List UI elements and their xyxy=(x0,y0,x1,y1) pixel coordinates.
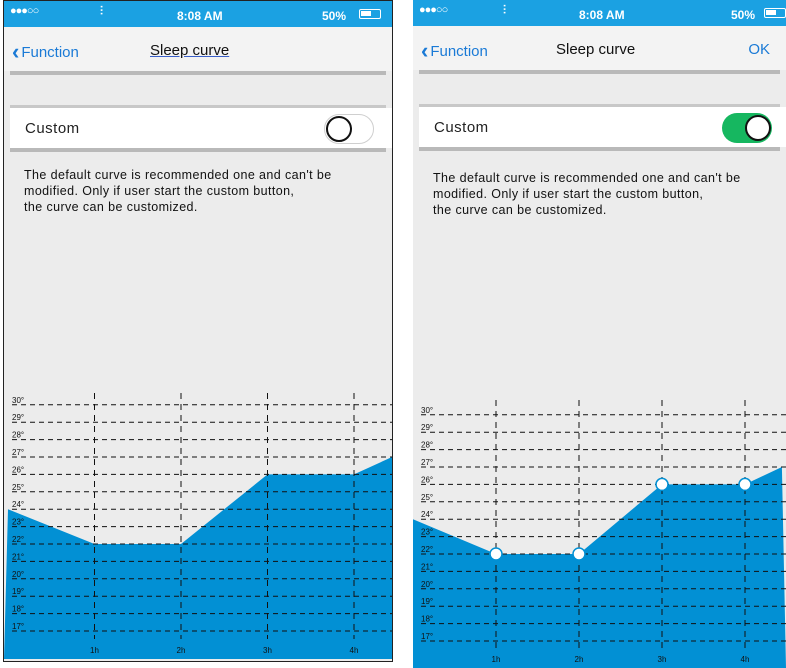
y-tick-label: 28° xyxy=(421,441,433,450)
x-tick-label: 2h xyxy=(575,655,584,664)
toggle-knob xyxy=(326,116,352,142)
status-bar: ●●●○○ ⫶ 8:08 AM 50% xyxy=(413,0,786,26)
sleep-curve-chart: 17° 18° 19° 20° 21° 22° 23° 24° 25° 26° 27° 28° 29° 3… xyxy=(4,393,392,659)
description-line: The default curve is recommended one and… xyxy=(433,171,741,185)
custom-toggle[interactable] xyxy=(324,114,374,144)
sleep-curve-chart: 17° 18° 19° 20° 21° 22° 23° 24° 25° 26° 27° 28° 29° 3… xyxy=(413,400,786,668)
back-button-label: Function xyxy=(21,44,79,61)
phone-screen-left: ●●●○○ ⫶ 8:08 AM 50% ‹ Function Sleep curv… xyxy=(3,0,393,662)
navigation-bar: ‹ Function Sleep curve OK xyxy=(413,26,786,70)
page-title: Sleep curve xyxy=(556,41,636,58)
battery-percent: 50% xyxy=(322,9,347,23)
y-tick-label: 27° xyxy=(421,458,433,467)
wifi-icon: ⫶ xyxy=(100,4,104,18)
signal-icon: ●●●○○ xyxy=(419,4,448,16)
description-text: The default curve is recommended one and… xyxy=(24,167,384,215)
back-button[interactable]: ‹ Function xyxy=(12,39,79,65)
divider xyxy=(419,70,780,74)
y-tick-label: 20° xyxy=(12,570,24,579)
description-line: the curve can be customized. xyxy=(433,203,607,217)
curve-point-handle[interactable] xyxy=(738,477,752,492)
custom-label: Custom xyxy=(25,120,80,137)
y-tick-label: 26° xyxy=(12,465,24,474)
x-tick-label: 2h xyxy=(177,646,186,655)
y-tick-label: 19° xyxy=(12,587,24,596)
description-line: modified. Only if user start the custom … xyxy=(24,184,295,198)
chevron-left-icon: ‹ xyxy=(421,38,429,63)
y-tick-label: 26° xyxy=(421,475,433,484)
y-tick-label: 17° xyxy=(421,632,433,641)
description-line: modified. Only if user start the custom … xyxy=(433,187,704,201)
y-tick-label: 30° xyxy=(421,406,433,415)
battery-icon xyxy=(359,9,381,19)
x-tick-label: 1h xyxy=(492,655,501,664)
status-time: 8:08 AM xyxy=(579,8,625,22)
custom-setting-row: Custom xyxy=(419,107,786,147)
page-title: Sleep curve xyxy=(150,42,230,59)
description-line: The default curve is recommended one and… xyxy=(24,168,332,182)
curve-area xyxy=(413,467,786,668)
divider xyxy=(10,148,386,152)
back-button[interactable]: ‹ Function xyxy=(421,38,488,64)
y-tick-label: 27° xyxy=(12,448,24,457)
x-tick-label: 4h xyxy=(741,655,750,664)
description-text: The default curve is recommended one and… xyxy=(433,170,786,218)
description-line: the curve can be customized. xyxy=(24,200,198,214)
divider xyxy=(10,71,386,75)
y-tick-label: 25° xyxy=(421,493,433,502)
y-tick-label: 23° xyxy=(421,528,433,537)
y-tick-label: 24° xyxy=(421,510,433,519)
status-time: 8:08 AM xyxy=(177,9,223,23)
curve-point-handle[interactable] xyxy=(572,547,586,561)
wifi-icon: ⫶ xyxy=(503,3,507,17)
y-tick-label: 23° xyxy=(12,518,24,527)
x-tick-label: 3h xyxy=(658,655,667,664)
y-tick-label: 22° xyxy=(12,535,24,544)
divider xyxy=(419,147,780,151)
toggle-knob xyxy=(745,115,771,141)
status-bar: ●●●○○ ⫶ 8:08 AM 50% xyxy=(4,1,392,27)
y-tick-label: 28° xyxy=(12,431,24,440)
signal-icon: ●●●○○ xyxy=(10,5,39,17)
y-tick-label: 21° xyxy=(421,562,433,571)
y-tick-label: 29° xyxy=(12,413,24,422)
custom-toggle[interactable] xyxy=(722,113,772,143)
y-tick-label: 25° xyxy=(12,483,24,492)
y-tick-label: 21° xyxy=(12,552,24,561)
phone-screen-right: ●●●○○ ⫶ 8:08 AM 50% ‹ Function Sleep curv… xyxy=(413,0,786,668)
custom-setting-row: Custom xyxy=(10,108,392,148)
x-tick-label: 1h xyxy=(90,646,99,655)
curve-point-handle[interactable] xyxy=(655,477,669,492)
x-tick-label: 3h xyxy=(263,646,272,655)
y-tick-label: 17° xyxy=(12,622,24,631)
y-tick-label: 20° xyxy=(421,580,433,589)
y-tick-label: 18° xyxy=(421,615,433,624)
y-tick-label: 19° xyxy=(421,597,433,606)
y-tick-label: 30° xyxy=(12,396,24,405)
y-tick-label: 24° xyxy=(12,500,24,509)
back-button-label: Function xyxy=(430,43,488,60)
battery-percent: 50% xyxy=(731,8,756,22)
ok-button[interactable]: OK xyxy=(748,41,770,58)
custom-label: Custom xyxy=(434,119,489,136)
navigation-bar: ‹ Function Sleep curve xyxy=(4,27,392,71)
chevron-left-icon: ‹ xyxy=(12,39,20,64)
y-tick-label: 29° xyxy=(421,423,433,432)
curve-point-handle[interactable] xyxy=(489,547,503,561)
curve-area xyxy=(4,457,392,659)
y-tick-label: 22° xyxy=(421,545,433,554)
x-tick-label: 4h xyxy=(350,646,359,655)
battery-icon xyxy=(764,8,786,18)
y-tick-label: 18° xyxy=(12,605,24,614)
